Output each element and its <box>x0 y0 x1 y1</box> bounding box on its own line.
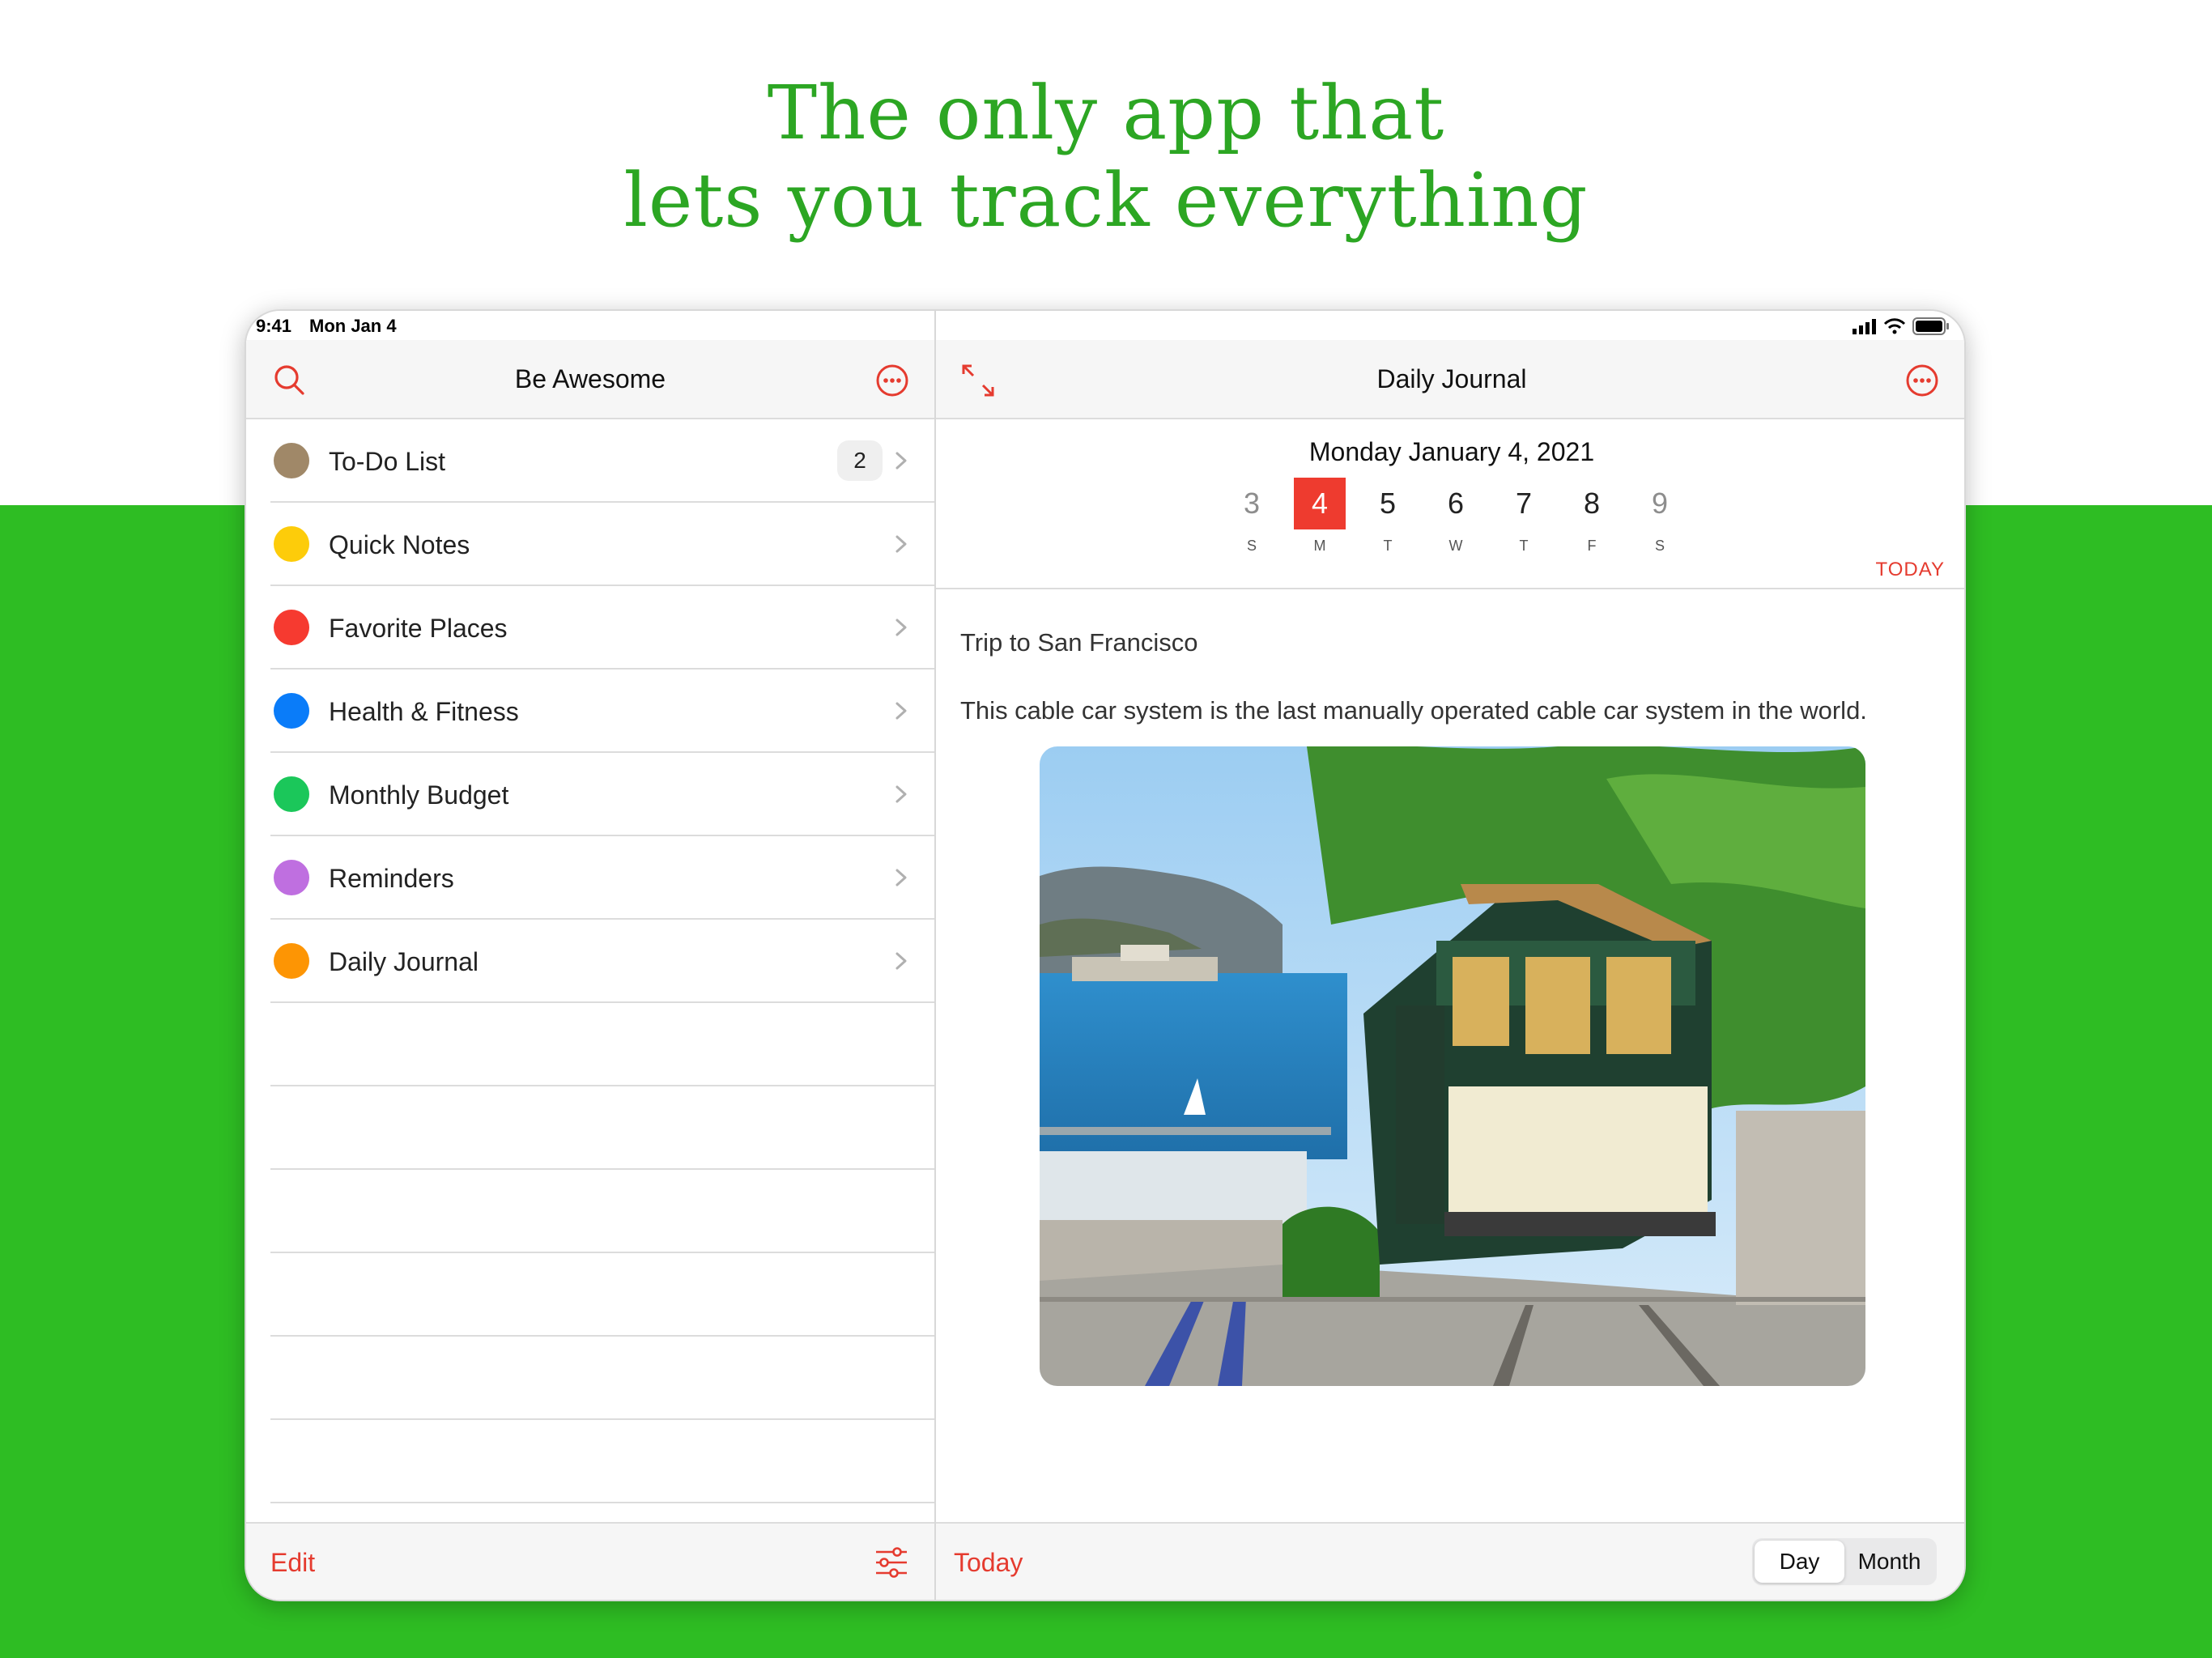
today-link[interactable]: TODAY <box>1876 559 1945 581</box>
list-item-label: Daily Journal <box>329 947 479 976</box>
headline-line-1: The only app that <box>767 70 1445 156</box>
detail-toolbar: Today Day Month <box>936 1522 1964 1600</box>
status-bar: 9:41 Mon Jan 4 <box>246 311 1964 340</box>
color-dot <box>274 693 309 729</box>
day-letter: S <box>1246 538 1257 554</box>
list-item-label: Monthly Budget <box>329 780 509 810</box>
segment-month[interactable]: Month <box>1844 1541 1934 1583</box>
day-letter: F <box>1587 538 1597 554</box>
color-dot <box>274 610 309 645</box>
wifi-icon <box>1883 318 1906 334</box>
list-item-label: To-Do List <box>329 447 446 476</box>
detail-title: Daily Journal <box>1376 364 1527 393</box>
segment-day[interactable]: Day <box>1755 1541 1844 1583</box>
color-dot <box>274 943 309 979</box>
status-icons <box>1853 317 1950 335</box>
sidebar-toolbar: Edit <box>246 1522 934 1600</box>
tablet-frame: Be Awesome To-Do List 2 Quick Notes Favo… <box>245 309 1966 1601</box>
empty-row <box>270 1086 934 1170</box>
battery-icon <box>1912 317 1949 335</box>
chevron-right-icon <box>895 619 907 636</box>
day-number: 5 <box>1379 487 1397 520</box>
marketing-headline: The only app that lets you track everyth… <box>0 70 2212 244</box>
list-item-label: Health & Fitness <box>329 697 519 726</box>
filter-sliders-icon[interactable] <box>873 1545 910 1580</box>
chevron-right-icon <box>895 535 907 553</box>
edit-button[interactable]: Edit <box>270 1548 315 1578</box>
day-cell-selected[interactable]: 4 M <box>1286 478 1354 555</box>
day-cell[interactable]: 3 S <box>1218 478 1286 555</box>
empty-row <box>270 1420 934 1503</box>
empty-row <box>270 1337 934 1420</box>
cable-car-photo <box>1040 746 1865 1386</box>
day-cell[interactable]: 5 T <box>1354 478 1422 555</box>
sidebar-navbar: Be Awesome <box>246 340 934 419</box>
headline-line-2: lets you track everything <box>623 157 1589 244</box>
list-item-daily-journal[interactable]: Daily Journal <box>270 920 934 1003</box>
empty-row <box>270 1170 934 1253</box>
color-dot <box>274 526 309 562</box>
cellular-signal-icon <box>1853 319 1876 334</box>
chevron-right-icon <box>895 452 907 470</box>
sidebar-title: Be Awesome <box>514 364 666 393</box>
day-number: 4 <box>1294 478 1346 529</box>
empty-row <box>270 1003 934 1086</box>
chevron-right-icon <box>895 952 907 970</box>
week-date-picker: Monday January 4, 2021 3 S 4 M 5 T 6 W 7… <box>936 419 1964 589</box>
color-dot <box>274 860 309 895</box>
list-item-label: Reminders <box>329 864 454 893</box>
list-item-reminders[interactable]: Reminders <box>270 836 934 920</box>
day-letter: W <box>1448 538 1463 554</box>
sidebar-pane: Be Awesome To-Do List 2 Quick Notes Favo… <box>246 311 936 1600</box>
detail-navbar: Daily Journal <box>936 340 1964 419</box>
list-item-monthly-budget[interactable]: Monthly Budget <box>270 753 934 836</box>
view-mode-segmented-control: Day Month <box>1752 1538 1937 1585</box>
day-cell[interactable]: 9 S <box>1626 478 1694 555</box>
list-item-quick-notes[interactable]: Quick Notes <box>270 503 934 586</box>
count-badge: 2 <box>837 440 883 481</box>
day-letter: T <box>1519 538 1529 554</box>
list-item-label: Quick Notes <box>329 530 470 559</box>
list-item-todo[interactable]: To-Do List 2 <box>270 419 934 503</box>
color-dot <box>274 776 309 812</box>
selected-date-title: Monday January 4, 2021 <box>1308 437 1595 466</box>
chevron-right-icon <box>895 869 907 886</box>
day-letter: M <box>1313 538 1326 554</box>
entry-body[interactable]: This cable car system is the last manual… <box>960 696 1867 725</box>
color-dot <box>274 443 309 478</box>
day-cell[interactable]: 7 T <box>1490 478 1558 555</box>
day-letter: T <box>1383 538 1393 554</box>
more-options-icon[interactable] <box>1901 359 1943 402</box>
day-number: 3 <box>1243 487 1261 520</box>
status-date: Mon Jan 4 <box>309 316 397 336</box>
day-number: 7 <box>1515 487 1533 520</box>
list-item-favorite-places[interactable]: Favorite Places <box>270 586 934 670</box>
status-time: 9:41 <box>256 316 292 336</box>
day-cell[interactable]: 8 F <box>1558 478 1626 555</box>
day-number: 8 <box>1583 487 1601 520</box>
day-number: 9 <box>1651 487 1669 520</box>
list-item-health-fitness[interactable]: Health & Fitness <box>270 670 934 753</box>
entry-title[interactable]: Trip to San Francisco <box>960 628 1197 657</box>
chevron-right-icon <box>895 785 907 803</box>
chevron-right-icon <box>895 702 907 720</box>
more-options-icon[interactable] <box>871 359 913 402</box>
day-cell[interactable]: 6 W <box>1422 478 1490 555</box>
empty-row <box>270 1253 934 1337</box>
list-item-label: Favorite Places <box>329 614 508 643</box>
today-button[interactable]: Today <box>954 1548 1023 1578</box>
day-number: 6 <box>1447 487 1465 520</box>
detail-pane: Daily Journal Monday January 4, 2021 3 S… <box>936 311 1964 1600</box>
day-letter: S <box>1654 538 1665 554</box>
week-days: 3 S 4 M 5 T 6 W 7 T 8 F 9 S <box>1218 478 1694 555</box>
collection-list: To-Do List 2 Quick Notes Favorite Places… <box>246 419 934 1503</box>
